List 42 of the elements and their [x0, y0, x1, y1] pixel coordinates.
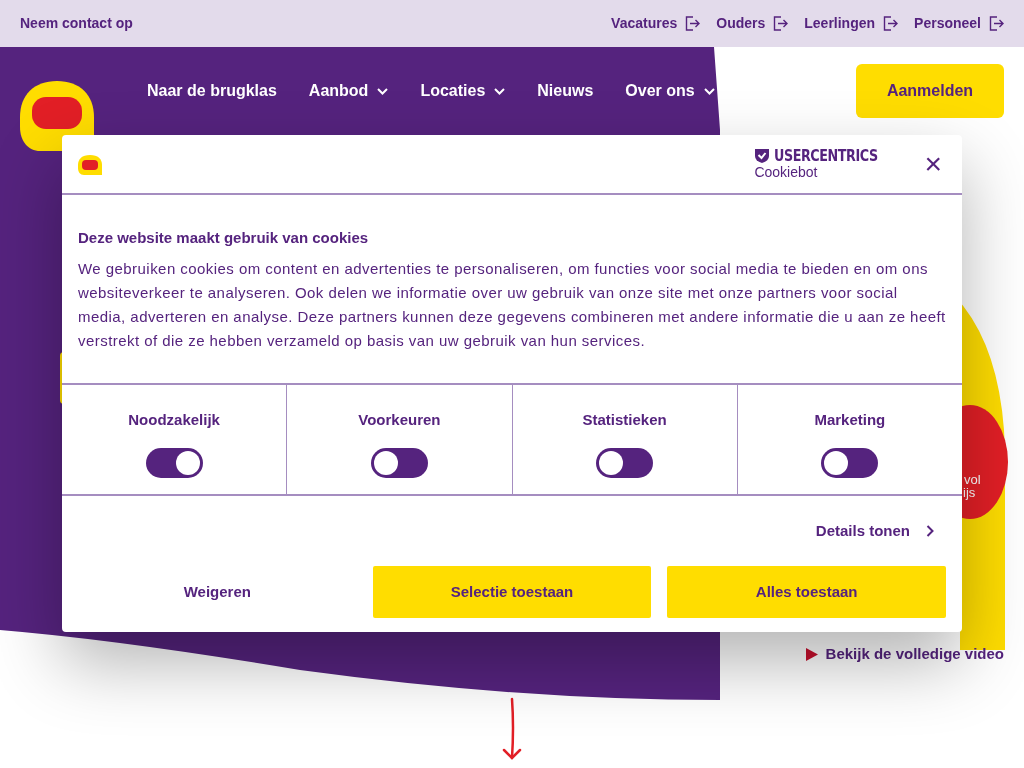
dialog-title: Deze website maakt gebruik van cookies [78, 229, 370, 247]
portal-link[interactable]: Vacatures [611, 13, 701, 34]
video-link[interactable]: Bekijk de volledige video [805, 643, 1004, 666]
external-link-icon [773, 16, 789, 31]
shield-icon [754, 148, 771, 164]
contact-link[interactable]: Neem contact op [20, 13, 133, 34]
brand-name: USERCENTRICS [774, 148, 879, 164]
dialog-text: We gebruiken cookies om content en advertenties te personaliseren, om functies voor social media te bieden en om ons websiteverkeer te analyseren. Ook delen we informatie over uw gebruik van onze site met onze partners voor social media, adverteren en analyse. Deze partners kunnen deze gegevens combineren met andere informatie die u aan ze heeft verstrekt of die ze hebben verzameld op basis van uw gebruik van hun services. [78, 259, 946, 351]
register-button[interactable]: Aanmelden [856, 64, 1004, 118]
logo-icon [78, 154, 102, 176]
brand-product: Cookiebot [754, 164, 819, 180]
category-label: Voorkeuren [358, 410, 441, 430]
accept-button[interactable]: Selectie toestaan [372, 566, 652, 618]
nav-item[interactable]: Over ons [625, 79, 715, 103]
external-link-icon [685, 16, 701, 31]
category-label: Statistieken [582, 410, 667, 430]
chevron-right-icon [926, 525, 934, 537]
toggle-switch[interactable] [821, 447, 879, 478]
nav-item[interactable]: Naar de brugklas [147, 79, 277, 103]
close-button[interactable]: × [924, 149, 942, 179]
category-label: Marketing [814, 410, 886, 430]
nav-item[interactable]: Locaties [420, 79, 506, 103]
chevron-down-icon [703, 87, 715, 95]
chevron-down-icon [494, 87, 506, 95]
chevron-down-icon [377, 87, 389, 95]
portal-link[interactable]: Ouders [716, 13, 789, 34]
nav-item[interactable]: Nieuws [537, 79, 594, 103]
portal-link[interactable]: Leerlingen [804, 13, 899, 34]
play-icon [805, 647, 818, 661]
toggle-switch[interactable] [370, 447, 428, 478]
external-link-icon [989, 16, 1004, 31]
toggle-switch[interactable] [145, 447, 203, 478]
toggle-switch[interactable] [596, 447, 654, 478]
badge-text: vol [964, 473, 981, 486]
badge-text: ijs [963, 486, 976, 499]
portal-link[interactable]: Personeel [914, 13, 1004, 34]
category-label: Noodzakelijk [128, 410, 220, 430]
details-link[interactable]: Details tonen [815, 519, 934, 543]
nav-item[interactable]: Aanbod [308, 79, 389, 103]
external-link-icon [883, 16, 899, 31]
arrow-down-icon [502, 697, 522, 761]
accept-button[interactable]: Alles toestaan [667, 566, 946, 618]
